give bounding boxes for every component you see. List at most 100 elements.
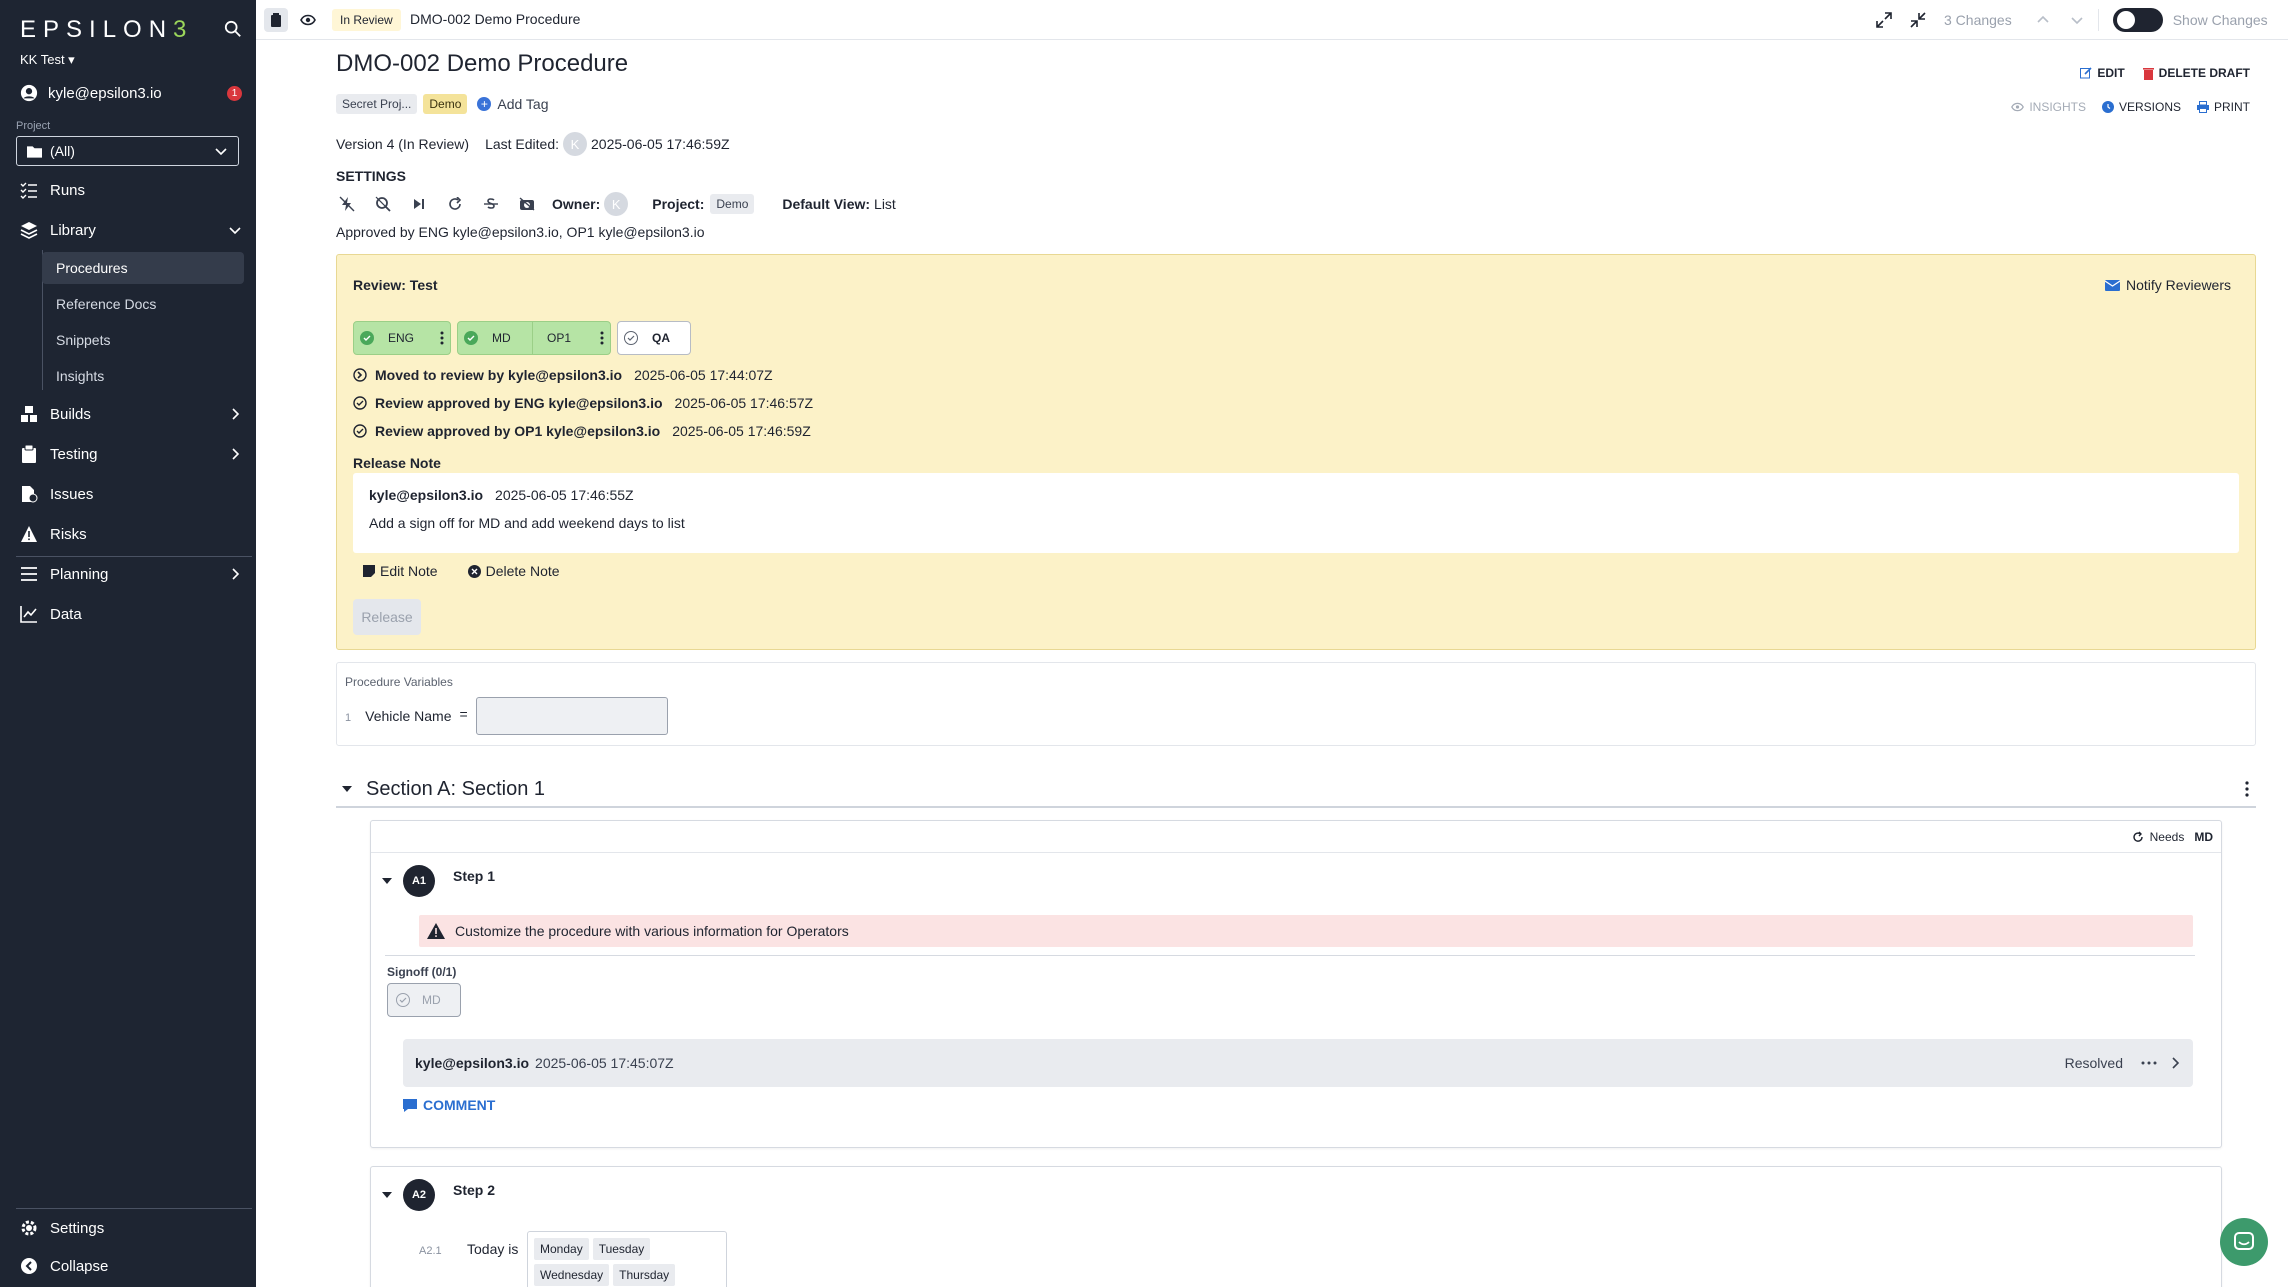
nav-library[interactable]: Library bbox=[20, 218, 242, 242]
nav-collapse[interactable]: Collapse bbox=[20, 1254, 242, 1278]
print-button[interactable]: PRINT bbox=[2197, 100, 2250, 114]
caret-down-icon[interactable] bbox=[381, 1189, 393, 1201]
nav-data[interactable]: Data bbox=[20, 602, 242, 626]
comment-button[interactable]: COMMENT bbox=[403, 1097, 495, 1113]
top-bar: In Review DMO-002 Demo Procedure 3 Chang… bbox=[256, 0, 2288, 40]
caret-down-icon[interactable] bbox=[340, 782, 354, 796]
edit-button[interactable]: EDIT bbox=[2080, 66, 2125, 80]
review-log-entry: Review approved by OP1 kyle@epsilon3.io … bbox=[353, 423, 811, 439]
delete-draft-button[interactable]: DELETE DRAFT bbox=[2142, 66, 2250, 80]
cubes-icon bbox=[20, 405, 38, 423]
chat-button[interactable] bbox=[2220, 1218, 2268, 1266]
signoff-md-button[interactable]: MD bbox=[387, 983, 461, 1017]
collapse-icon bbox=[20, 1257, 38, 1275]
nav-planning[interactable]: Planning bbox=[20, 562, 242, 586]
clipboard-button[interactable] bbox=[264, 8, 288, 32]
chevron-up-icon[interactable] bbox=[2036, 13, 2050, 27]
step-card: Needs MD A1 Step 1 Customize the procedu… bbox=[370, 820, 2222, 1148]
tag-chip[interactable]: Secret Proj... bbox=[336, 94, 418, 114]
delete-note-button[interactable]: Delete Note bbox=[467, 563, 560, 579]
nav-library-label: Library bbox=[50, 221, 96, 239]
edit-label: EDIT bbox=[2097, 66, 2125, 80]
show-changes-toggle[interactable] bbox=[2112, 8, 2163, 32]
edit-icon bbox=[2080, 67, 2092, 79]
reviewer-chip-md-op1[interactable]: MD OP1 bbox=[457, 321, 611, 355]
default-view-value: List bbox=[874, 196, 896, 212]
sidebar-divider bbox=[16, 1208, 252, 1209]
add-tag-button[interactable]: + Add Tag bbox=[477, 96, 549, 112]
release-button[interactable]: Release bbox=[353, 599, 421, 635]
kebab-icon[interactable] bbox=[600, 331, 604, 345]
nav-testing-label: Testing bbox=[50, 445, 98, 463]
user-menu[interactable]: kyle@epsilon3.io 1 bbox=[20, 82, 242, 104]
tag-chip[interactable]: Demo bbox=[423, 94, 468, 114]
section-header[interactable]: Section A: Section 1 bbox=[336, 772, 2256, 808]
camera-off-icon[interactable] bbox=[516, 193, 538, 215]
redo-icon[interactable] bbox=[444, 193, 466, 215]
versions-button[interactable]: VERSIONS bbox=[2101, 100, 2181, 114]
strikethrough-icon[interactable] bbox=[480, 193, 502, 215]
sidebar-item-reference-docs[interactable]: Reference Docs bbox=[42, 288, 244, 320]
lightning-off-icon[interactable] bbox=[336, 193, 358, 215]
chevron-right-icon[interactable] bbox=[2171, 1057, 2181, 1069]
owner-label: Owner: bbox=[552, 196, 601, 212]
sidebar-item-insights[interactable]: Insights bbox=[42, 360, 244, 392]
reviewer-chip-qa[interactable]: QA bbox=[617, 321, 691, 355]
step-header[interactable]: A2 Step 2 bbox=[381, 1179, 495, 1211]
gear-icon bbox=[20, 1219, 38, 1237]
nav-testing[interactable]: Testing bbox=[20, 442, 242, 466]
skip-icon[interactable] bbox=[408, 193, 430, 215]
kebab-icon[interactable] bbox=[2238, 780, 2256, 798]
day-option[interactable]: Thursday bbox=[613, 1264, 676, 1286]
search-icon[interactable] bbox=[224, 20, 242, 38]
caret-down-icon[interactable] bbox=[381, 875, 393, 887]
expand-icon[interactable] bbox=[1876, 12, 1892, 28]
changes-count: 3 Changes bbox=[1944, 12, 2012, 28]
nav-runs[interactable]: Runs bbox=[20, 178, 242, 202]
project-label: Project bbox=[16, 120, 51, 132]
nav-risks[interactable]: Risks bbox=[20, 522, 242, 546]
section-title: Section A: Section 1 bbox=[366, 777, 546, 800]
reviewer-chip-eng[interactable]: ENG bbox=[353, 321, 451, 355]
compress-icon[interactable] bbox=[1910, 12, 1926, 28]
workspace-switcher[interactable]: KK Test ▾ bbox=[20, 52, 75, 68]
printer-icon bbox=[2197, 101, 2209, 113]
day-option[interactable]: Monday bbox=[534, 1238, 589, 1260]
more-horizontal-icon[interactable] bbox=[2141, 1061, 2157, 1065]
sidebar-item-snippets[interactable]: Snippets bbox=[42, 324, 244, 356]
step-title: Step 2 bbox=[453, 1182, 496, 1198]
kebab-icon[interactable] bbox=[440, 331, 444, 345]
insights-button[interactable]: INSIGHTS bbox=[2011, 100, 2086, 114]
check-circle-icon bbox=[396, 993, 410, 1007]
comment-status: Resolved bbox=[2064, 1055, 2123, 1071]
search-off-icon[interactable] bbox=[372, 193, 394, 215]
vehicle-name-input[interactable] bbox=[475, 697, 668, 735]
arrow-circle-icon bbox=[353, 368, 367, 382]
step-header[interactable]: A1 Step 1 bbox=[381, 865, 495, 897]
variables-heading: Procedure Variables bbox=[345, 675, 453, 689]
preview-button[interactable] bbox=[296, 8, 320, 32]
day-option[interactable]: Wednesday bbox=[534, 1264, 610, 1286]
nav-issues[interactable]: Issues bbox=[20, 482, 242, 506]
chevron-down-icon[interactable] bbox=[2070, 13, 2084, 27]
signoff-heading: Signoff (0/1) bbox=[387, 965, 457, 979]
nav-builds[interactable]: Builds bbox=[20, 402, 242, 426]
print-label: PRINT bbox=[2214, 100, 2250, 114]
logo[interactable]: EPSILON3 bbox=[20, 16, 193, 44]
check-circle-icon bbox=[353, 396, 367, 410]
log-time: 2025-06-05 17:46:59Z bbox=[672, 423, 811, 439]
comment-thread[interactable]: kyle@epsilon3.io 2025-06-05 17:45:07Z Re… bbox=[403, 1039, 2193, 1087]
warning-banner: Customize the procedure with various inf… bbox=[419, 915, 2193, 947]
procedure-variables: Procedure Variables 1 Vehicle Name = bbox=[336, 662, 2256, 746]
day-multiselect[interactable]: Monday Tuesday Wednesday Thursday bbox=[527, 1231, 727, 1287]
notify-reviewers-button[interactable]: Notify Reviewers bbox=[2104, 277, 2231, 293]
nav-settings[interactable]: Settings bbox=[20, 1216, 242, 1240]
day-option[interactable]: Tuesday bbox=[592, 1238, 651, 1260]
chart-line-icon bbox=[20, 605, 38, 623]
notify-label: Notify Reviewers bbox=[2125, 277, 2231, 293]
nav-builds-label: Builds bbox=[50, 405, 91, 423]
step-title: Step 1 bbox=[453, 868, 496, 884]
project-select[interactable]: (All) bbox=[16, 136, 239, 166]
edit-note-button[interactable]: Edit Note bbox=[363, 563, 438, 579]
sidebar-item-procedures[interactable]: Procedures bbox=[42, 252, 244, 284]
